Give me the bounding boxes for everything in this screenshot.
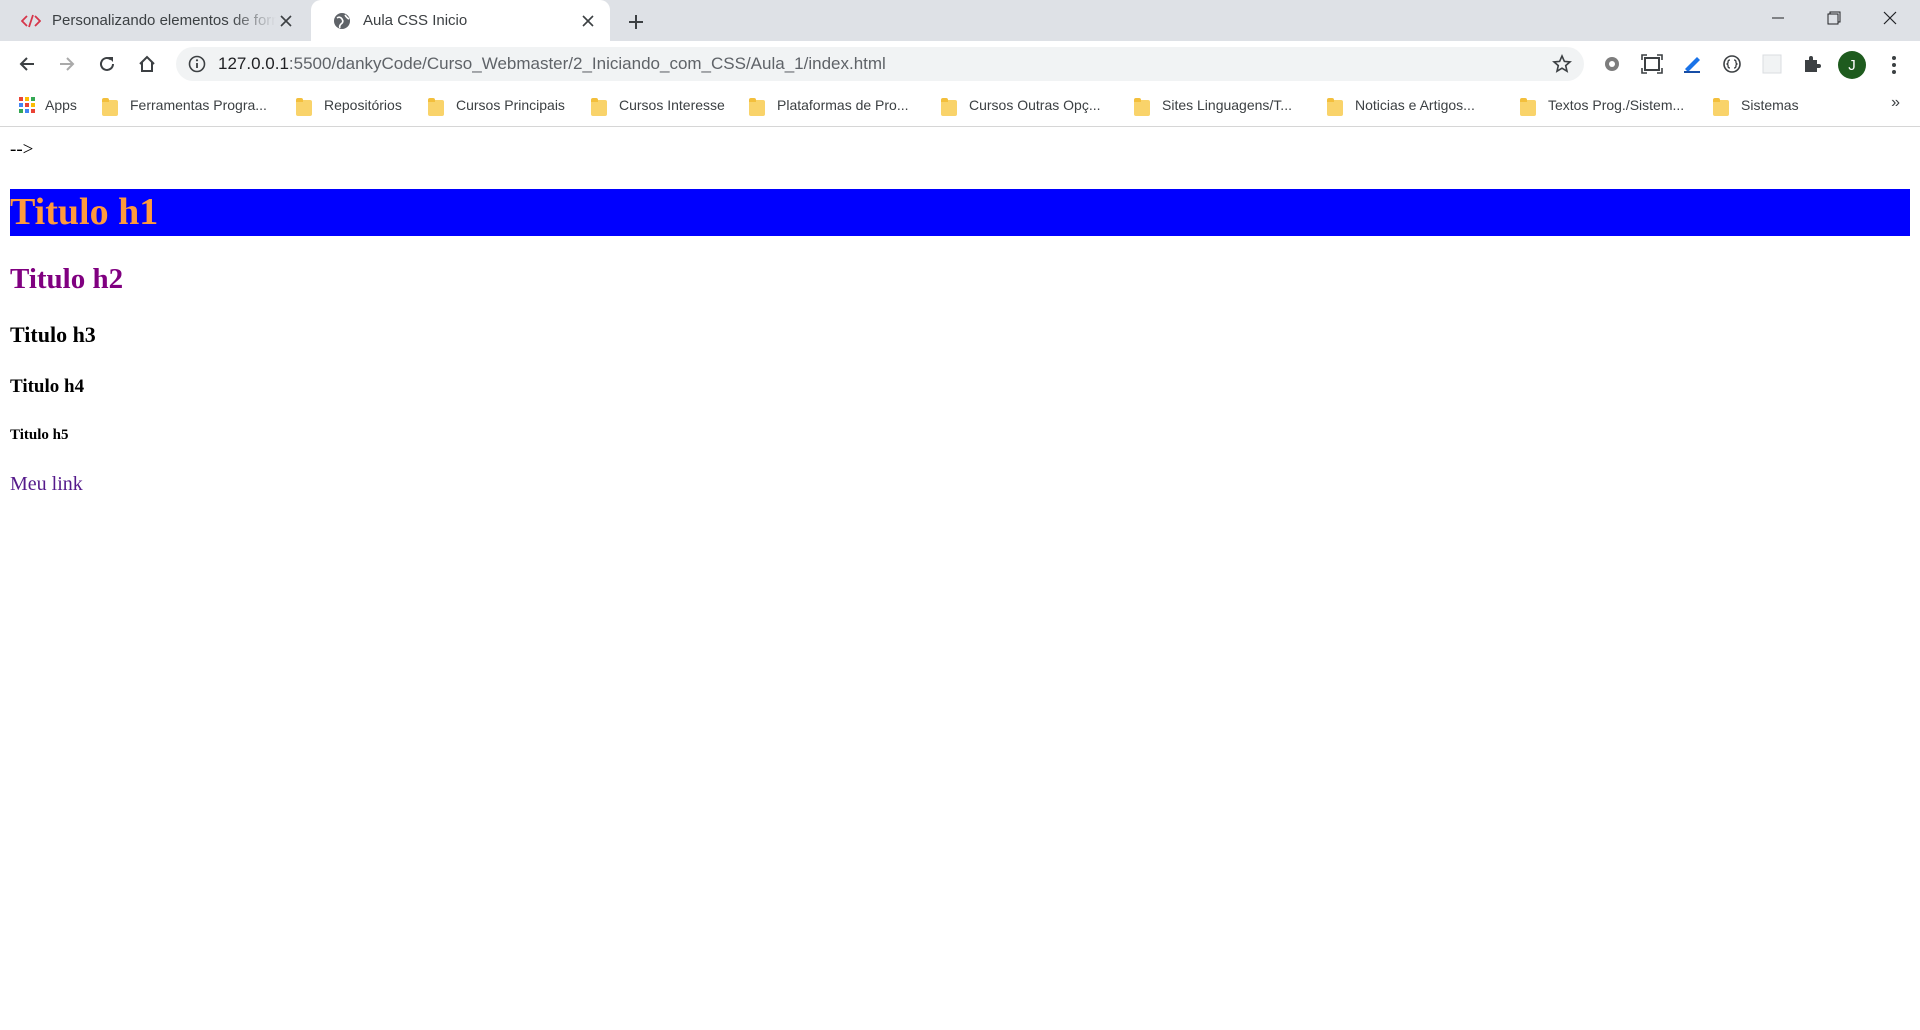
bookmark-label: Ferramentas Progra...	[130, 97, 267, 113]
apps-grid-icon	[19, 97, 35, 113]
profile-avatar[interactable]: J	[1838, 51, 1866, 79]
heading-h5: Titulo h5	[10, 427, 69, 443]
tab-personalizando[interactable]: Personalizando elementos de formulário	[0, 0, 308, 41]
bookmark-label: Sites Linguagens/T...	[1162, 97, 1292, 113]
bookmark-label: Cursos Principais	[456, 97, 565, 113]
reload-button[interactable]	[90, 47, 124, 81]
bookmark-folder[interactable]: Cursos Principais	[428, 88, 565, 122]
folder-icon	[591, 98, 607, 116]
url-path: :5500/dankyCode/Curso_Webmaster/2_Inicia…	[288, 54, 886, 73]
tab-aula-css-inicio[interactable]: Aula CSS Inicio	[311, 0, 610, 41]
meu-link[interactable]: Meu link	[10, 473, 83, 496]
bookmark-label: Cursos Outras Opç...	[969, 97, 1101, 113]
bookmark-label: Noticias e Artigos...	[1355, 97, 1475, 113]
folder-icon	[941, 98, 957, 116]
blank-extension-icon[interactable]	[1758, 50, 1786, 78]
new-tab-button[interactable]	[622, 8, 650, 36]
globe-icon	[331, 11, 353, 31]
code-icon	[20, 11, 42, 31]
more-menu-icon[interactable]	[1880, 51, 1908, 79]
extension-gear-icon[interactable]	[1598, 50, 1626, 78]
url-text[interactable]: 127.0.0.1:5500/dankyCode/Curso_Webmaster…	[218, 47, 886, 81]
close-icon[interactable]	[276, 11, 296, 31]
puzzle-extensions-icon[interactable]	[1798, 50, 1826, 78]
home-button[interactable]	[130, 47, 164, 81]
bookmark-folder[interactable]: Sistemas	[1713, 88, 1799, 122]
star-icon[interactable]	[1552, 54, 1572, 74]
heading-h4: Titulo h4	[10, 376, 85, 397]
bookmark-folder[interactable]: Cursos Outras Opç...	[941, 88, 1100, 122]
folder-icon	[296, 98, 312, 116]
folder-icon	[1134, 98, 1150, 116]
bookmark-label: Plataformas de Pro...	[777, 97, 909, 113]
folder-icon	[749, 98, 765, 116]
code-braces-extension-icon[interactable]	[1718, 50, 1746, 78]
bookmark-folder[interactable]: Sites Linguagens/T...	[1134, 88, 1292, 122]
restore-button[interactable]	[1806, 0, 1862, 36]
tab-strip: Personalizando elementos de formulário A…	[0, 0, 1920, 41]
bookmarks-bar: Apps Ferramentas Progra... Repositórios …	[0, 88, 1920, 127]
bookmark-label: Apps	[45, 97, 77, 113]
url-host: 127.0.0.1	[218, 54, 289, 73]
screenshot-extension-icon[interactable]	[1638, 50, 1666, 78]
edit-extension-icon[interactable]	[1678, 50, 1706, 78]
bookmark-label: Textos Prog./Sistem...	[1548, 97, 1685, 113]
bookmark-apps[interactable]: Apps	[19, 88, 77, 122]
tab-title: Personalizando elementos de formulário	[52, 12, 276, 29]
bookmark-folder[interactable]: Ferramentas Progra...	[102, 88, 267, 122]
close-window-button[interactable]	[1862, 0, 1918, 36]
folder-icon	[1713, 98, 1729, 116]
close-icon[interactable]	[578, 11, 598, 31]
bookmark-label: Repositórios	[324, 97, 402, 113]
folder-icon	[1520, 98, 1536, 116]
bookmark-folder[interactable]: Cursos Interesse	[591, 88, 725, 122]
back-button[interactable]	[10, 47, 44, 81]
bookmark-folder[interactable]: Textos Prog./Sistem...	[1520, 88, 1684, 122]
address-bar[interactable]: 127.0.0.1:5500/dankyCode/Curso_Webmaster…	[176, 47, 1584, 81]
folder-icon	[1327, 98, 1343, 116]
heading-h1: Titulo h1	[10, 189, 1910, 236]
forward-button[interactable]	[50, 47, 84, 81]
minimize-button[interactable]	[1750, 0, 1806, 36]
folder-icon	[102, 98, 118, 116]
bookmark-folder[interactable]: Noticias e Artigos...	[1327, 88, 1475, 122]
folder-icon	[428, 98, 444, 116]
page-content: --> Titulo h1 Titulo h2 Titulo h3 Titulo…	[0, 127, 1920, 1030]
bookmark-folder[interactable]: Repositórios	[296, 88, 402, 122]
tab-title: Aula CSS Inicio	[363, 12, 468, 29]
stray-comment-text: -->	[10, 139, 34, 160]
bookmark-folder[interactable]: Plataformas de Pro...	[749, 88, 909, 122]
heading-h3: Titulo h3	[10, 322, 96, 347]
info-icon[interactable]	[188, 55, 206, 73]
bookmark-label: Sistemas	[1741, 97, 1799, 113]
bookmarks-overflow-chevron[interactable]: »	[1891, 94, 1900, 112]
bookmark-label: Cursos Interesse	[619, 97, 725, 113]
browser-toolbar: 127.0.0.1:5500/dankyCode/Curso_Webmaster…	[0, 41, 1920, 88]
heading-h2: Titulo h2	[10, 263, 124, 295]
